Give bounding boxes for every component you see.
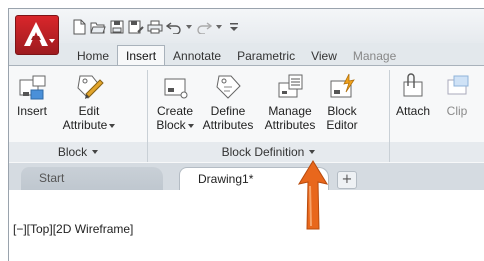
drawing-canvas[interactable]: [−][Top][2D Wireframe]: [9, 190, 484, 261]
attach-paperclip-icon: [397, 70, 429, 104]
edit-attribute-icon: [73, 70, 105, 104]
clip-label: Clip: [446, 104, 468, 118]
clip-button[interactable]: Clip: [437, 70, 477, 118]
save-as-icon[interactable]: [128, 19, 144, 35]
autocad-window: Home Insert Annotate Parametric View Man…: [8, 8, 484, 261]
callout-arrow-icon: [298, 160, 328, 230]
block-editor-button[interactable]: Block Editor: [321, 70, 363, 132]
tab-manage[interactable]: Manage: [345, 46, 404, 66]
define-attributes-label-line1: Define: [210, 104, 246, 118]
manage-attributes-label-line1: Manage: [268, 104, 312, 118]
chevron-down-icon: [309, 150, 316, 154]
block-definition-panel-title-text: Block Definition: [221, 145, 305, 159]
define-attributes-label-line2: Attributes: [202, 118, 254, 132]
block-editor-icon: [326, 70, 358, 104]
undo-icon[interactable]: [166, 19, 182, 35]
edit-attribute-button[interactable]: Edit Attribute: [57, 70, 121, 132]
manage-attributes-icon: [274, 70, 306, 104]
chevron-down-icon: [187, 123, 194, 128]
save-icon[interactable]: [109, 19, 125, 35]
ribbon: Insert Edit Attribute Create Block Defin…: [9, 65, 484, 165]
open-folder-icon[interactable]: [90, 19, 106, 35]
manage-attributes-label-line2: Attributes: [264, 118, 316, 132]
attach-label: Attach: [395, 104, 431, 118]
insert-block-icon: [16, 70, 48, 104]
block-panel-title[interactable]: Block: [9, 142, 147, 162]
document-tab-bar: Start Drawing1* × +: [9, 163, 484, 190]
redo-icon[interactable]: [196, 19, 212, 35]
redo-dropdown-icon[interactable]: [215, 19, 223, 35]
tab-start-label: Start: [39, 171, 65, 185]
viewport-controls-label[interactable]: [−][Top][2D Wireframe]: [13, 222, 133, 236]
define-attributes-icon: [212, 70, 244, 104]
tab-start[interactable]: Start: [21, 167, 163, 190]
undo-dropdown-icon[interactable]: [185, 19, 193, 35]
define-attributes-button[interactable]: Define Attributes: [199, 70, 257, 132]
quick-access-toolbar: [71, 18, 242, 36]
tab-view[interactable]: View: [303, 46, 345, 66]
reference-panel-title[interactable]: [390, 142, 484, 162]
tab-parametric[interactable]: Parametric: [229, 46, 303, 66]
edit-attribute-label-line1: Edit: [78, 104, 100, 118]
autocad-logo-icon: [24, 22, 48, 46]
create-block-label-line1: Create: [156, 104, 194, 118]
ribbon-tabs: Home Insert Annotate Parametric View Man…: [69, 44, 404, 66]
new-file-icon[interactable]: [71, 19, 87, 35]
manage-attributes-button[interactable]: Manage Attributes: [261, 70, 319, 132]
customize-toolbar-icon[interactable]: [226, 19, 242, 35]
tab-drawing1-label: Drawing1*: [198, 172, 254, 186]
create-block-button[interactable]: Create Block: [153, 70, 197, 132]
tab-insert[interactable]: Insert: [117, 45, 166, 66]
block-editor-label-line1: Block: [327, 104, 357, 118]
tab-annotate[interactable]: Annotate: [165, 46, 229, 66]
create-block-icon: [159, 70, 191, 104]
clip-icon: [441, 70, 473, 104]
block-definition-panel-title[interactable]: Block Definition: [148, 142, 389, 162]
chevron-down-icon: [109, 123, 116, 128]
insert-block-button[interactable]: Insert: [11, 70, 53, 118]
attach-button[interactable]: Attach: [393, 70, 433, 118]
tab-home[interactable]: Home: [69, 46, 117, 66]
block-editor-label-line2: Editor: [326, 118, 358, 132]
chevron-down-icon: [92, 150, 99, 154]
plot-printer-icon[interactable]: [147, 19, 163, 35]
chevron-down-icon: [49, 39, 55, 43]
block-panel-title-text: Block: [57, 145, 88, 159]
create-block-label-line2: Block: [156, 118, 194, 132]
edit-attribute-label-line2: Attribute: [63, 118, 116, 132]
application-menu-button[interactable]: [15, 15, 59, 55]
new-drawing-button[interactable]: +: [337, 171, 357, 189]
insert-label: Insert: [16, 104, 47, 118]
